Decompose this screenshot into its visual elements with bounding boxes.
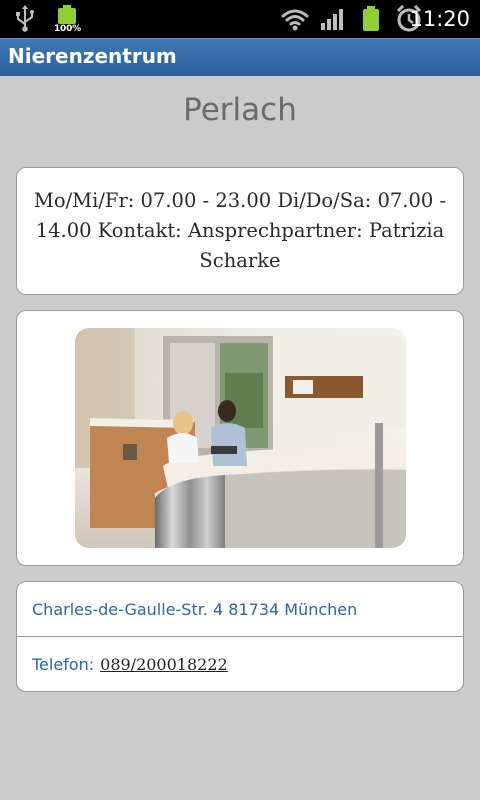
page-title: Perlach — [183, 92, 297, 128]
usb-icon — [16, 5, 34, 32]
phone-row[interactable]: Telefon: 089/200018222 — [17, 637, 463, 691]
opening-hours-text: Mo/Mi/Fr: 07.00 - 23.00 Di/Do/Sa: 07.00 … — [33, 189, 447, 272]
signal-icon — [321, 9, 343, 30]
action-bar: Nierenzentrum — [0, 38, 480, 76]
photo-card — [16, 310, 464, 566]
reception-photo — [75, 328, 406, 548]
clock: 11:20 — [409, 7, 470, 31]
contact-card: Charles-de-Gaulle-Str. 4 81734 München T… — [16, 581, 464, 692]
phone-number-link[interactable]: 089/200018222 — [100, 655, 228, 674]
address-row[interactable]: Charles-de-Gaulle-Str. 4 81734 München — [17, 582, 463, 637]
wifi-icon — [281, 9, 309, 31]
phone-label: Telefon: — [32, 655, 95, 674]
reception-photo-image — [75, 328, 406, 548]
opening-hours-card: Mo/Mi/Fr: 07.00 - 23.00 Di/Do/Sa: 07.00 … — [16, 167, 464, 295]
battery-percent: 100% — [54, 24, 82, 34]
app-title: Nierenzentrum — [8, 44, 177, 68]
battery-icon — [363, 6, 379, 31]
status-right: 11:20 — [250, 0, 480, 38]
battery-icon — [58, 5, 76, 24]
address-link[interactable]: Charles-de-Gaulle-Str. 4 81734 München — [32, 600, 357, 619]
status-bar: 100% 11:20 — [0, 0, 480, 38]
